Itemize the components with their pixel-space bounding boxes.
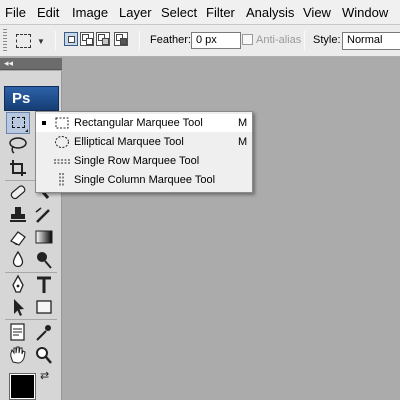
note-icon (10, 323, 25, 341)
foreground-color-swatch[interactable] (9, 373, 36, 400)
elliptical-marquee-label: Elliptical Marquee Tool (74, 136, 184, 148)
menu-analysis[interactable]: Analysis (246, 5, 294, 20)
collapse-icon[interactable]: ◂◂ (4, 58, 13, 69)
subtract-from-selection-button[interactable] (96, 32, 110, 46)
lasso-tool[interactable] (6, 134, 30, 156)
subtract-selection-icon (102, 38, 109, 45)
crop-tool[interactable] (6, 157, 30, 179)
chevron-down-icon: ▼ (37, 37, 45, 46)
feather-input[interactable]: 0 px (191, 32, 241, 49)
tool-preset-picker[interactable]: ▼ (13, 31, 47, 53)
separator (139, 31, 140, 51)
eraser-icon (10, 231, 26, 246)
menu-layer[interactable]: Layer (119, 5, 152, 20)
clone-stamp-icon (10, 207, 26, 222)
elliptical-marquee-shortcut: M (238, 136, 248, 148)
history-brush-icon (35, 207, 50, 223)
dodge-icon (37, 252, 52, 269)
menu-window[interactable]: Window (342, 5, 388, 20)
swap-colors-icon[interactable]: ⇄ (40, 369, 49, 382)
eyedropper-tool[interactable] (32, 321, 56, 343)
rectangular-marquee-icon (16, 34, 31, 48)
add-selection-icon (86, 38, 93, 45)
gradient-icon (35, 230, 53, 244)
single-column-marquee-item[interactable]: Single Column Marquee Tool (36, 171, 252, 189)
type-tool[interactable] (32, 274, 56, 296)
clone-stamp-tool[interactable] (6, 204, 30, 226)
flyout-indicator-icon (25, 129, 28, 132)
rectangular-marquee-item[interactable]: Rectangular Marquee Tool M (36, 114, 252, 132)
hand-tool[interactable] (6, 344, 30, 366)
zoom-tool[interactable] (32, 344, 56, 366)
menu-filter[interactable]: Filter (206, 5, 235, 20)
style-label: Style: (313, 34, 341, 46)
intersect-selection-icon (120, 38, 127, 45)
separator (304, 31, 305, 51)
add-to-selection-button[interactable] (80, 32, 94, 46)
hand-icon (10, 346, 26, 364)
eraser-tool[interactable] (6, 226, 30, 248)
pen-nib-icon (12, 274, 24, 293)
elliptical-marquee-icon (55, 136, 69, 148)
marquee-tool[interactable] (6, 112, 30, 134)
pen-tool[interactable] (6, 274, 30, 296)
tool-divider (5, 319, 57, 320)
single-row-marquee-icon (54, 159, 70, 164)
dodge-tool[interactable] (32, 249, 56, 271)
feather-label: Feather: (150, 34, 191, 46)
path-selection-tool[interactable] (6, 296, 30, 318)
new-selection-icon (68, 36, 75, 43)
antialias-checkbox[interactable] (242, 34, 253, 45)
intersect-selection-button[interactable] (114, 32, 128, 46)
tool-divider (5, 272, 57, 273)
antialias-label: Anti-alias (256, 34, 302, 46)
separator (55, 31, 56, 51)
healing-brush-tool[interactable] (6, 182, 30, 204)
water-drop-icon (12, 250, 24, 268)
selected-bullet-icon (42, 121, 46, 125)
rectangular-marquee-icon (12, 117, 25, 128)
rectangular-marquee-label: Rectangular Marquee Tool (74, 117, 203, 129)
single-row-marquee-label: Single Row Marquee Tool (74, 155, 200, 167)
lasso-icon (9, 137, 27, 154)
notes-tool[interactable] (6, 321, 30, 343)
rectangular-marquee-shortcut: M (238, 117, 248, 129)
blur-tool[interactable] (6, 249, 30, 271)
menu-image[interactable]: Image (72, 5, 108, 20)
rectangle-shape-icon (36, 300, 52, 314)
rectangular-marquee-icon (55, 117, 69, 129)
arrow-pointer-icon (14, 299, 24, 316)
menu-edit[interactable]: Edit (37, 5, 59, 20)
style-select[interactable]: Normal (342, 32, 400, 50)
single-column-marquee-label: Single Column Marquee Tool (74, 174, 216, 186)
tools-panel-header: ◂◂ (0, 58, 62, 70)
shape-tool[interactable] (32, 296, 56, 318)
gradient-tool[interactable] (32, 226, 56, 248)
history-brush-tool[interactable] (32, 204, 56, 226)
new-selection-button[interactable] (64, 32, 78, 46)
menu-file[interactable]: File (5, 5, 26, 20)
options-bar-grip[interactable] (3, 29, 7, 53)
single-column-marquee-icon (59, 173, 64, 187)
type-icon (37, 276, 51, 293)
options-bar: ▼ Feather: 0 px Anti-alias Style: Normal (0, 25, 400, 57)
elliptical-marquee-item[interactable]: Elliptical Marquee Tool M (36, 133, 252, 151)
magnifier-icon (36, 347, 52, 364)
menu-view[interactable]: View (303, 5, 331, 20)
marquee-tool-flyout: Rectangular Marquee Tool M Elliptical Ma… (35, 111, 253, 193)
photoshop-logo: Ps (4, 86, 59, 111)
crop-icon (10, 160, 26, 176)
eyedropper-icon (36, 325, 51, 341)
menu-select[interactable]: Select (161, 5, 197, 20)
menu-bar: File Edit Image Layer Select Filter Anal… (0, 0, 400, 25)
single-row-marquee-item[interactable]: Single Row Marquee Tool (36, 152, 252, 170)
bandage-icon (10, 185, 26, 200)
